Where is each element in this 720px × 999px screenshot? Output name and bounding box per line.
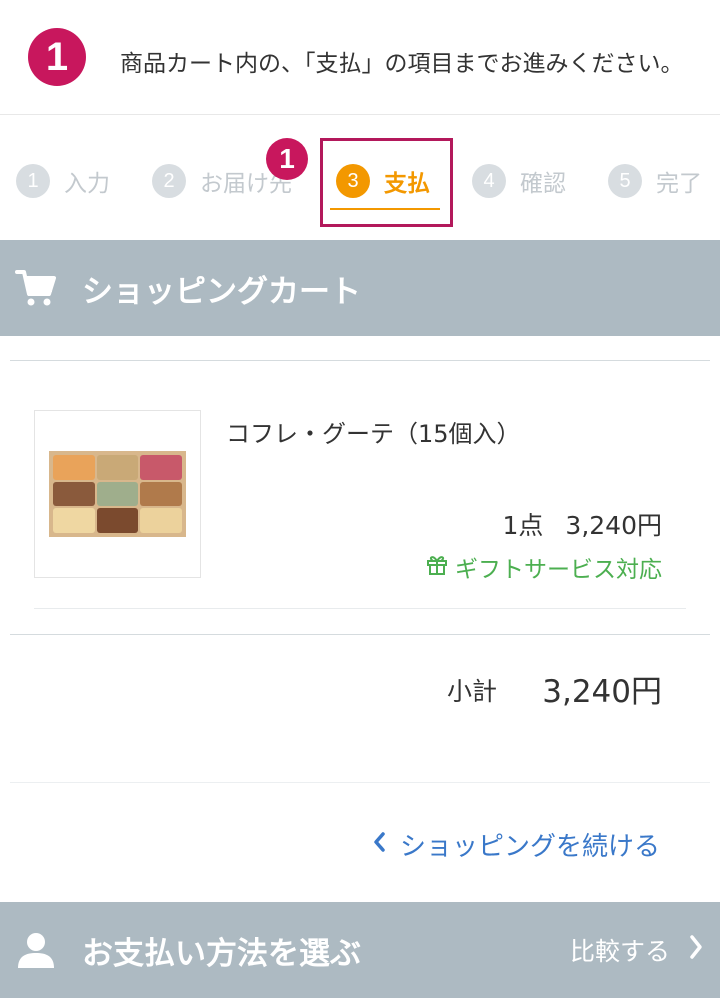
active-step-underline <box>330 208 440 210</box>
quantity-price: 1点 3,240円 <box>503 506 662 542</box>
subtotal-value: 3,240円 <box>542 674 662 710</box>
chevron-right-icon <box>688 934 704 964</box>
payment-section-header[interactable]: お支払い方法を選ぶ 比較する <box>0 902 720 998</box>
step-marker-badge: 1 <box>28 28 86 86</box>
gift-service-label: ギフトサービス対応 <box>425 550 662 584</box>
step-number: 1 <box>16 164 50 198</box>
step-marker-badge: 1 <box>266 138 308 180</box>
product-image <box>49 451 186 537</box>
chevron-left-icon <box>372 830 386 860</box>
item-price: 3,240円 <box>565 511 662 540</box>
subtotal-label: 小計 <box>447 677 498 706</box>
step-complete: 5 完了 <box>608 164 702 198</box>
divider <box>10 634 710 635</box>
divider <box>10 782 710 783</box>
step-number: 3 <box>336 164 370 198</box>
step-label: 入力 <box>64 171 110 197</box>
item-quantity: 1点 <box>502 511 544 540</box>
cart-icon <box>14 266 58 310</box>
product-thumbnail[interactable] <box>34 410 201 578</box>
instruction-text: 商品カート内の、「支払」の項目までお進みください。 <box>120 51 684 77</box>
step-label: 完了 <box>656 171 702 197</box>
step-number: 4 <box>472 164 506 198</box>
product-name[interactable]: コフレ・グーテ（15個入） <box>226 414 521 449</box>
step-payment: 3 支払 <box>336 164 430 198</box>
step-label: 支払 <box>384 171 430 197</box>
step-number: 2 <box>152 164 186 198</box>
step-confirm: 4 確認 <box>472 164 566 198</box>
compare-link[interactable]: 比較する <box>570 932 670 968</box>
checkout-steps: 1 入力 2 お届け先 3 支払 4 確認 5 完了 1 <box>0 116 720 240</box>
step-number: 5 <box>608 164 642 198</box>
person-icon <box>14 928 58 972</box>
instruction-banner: 1 商品カート内の、「支払」の項目までお進みください。 <box>0 0 720 115</box>
gift-label: ギフトサービス対応 <box>455 557 662 583</box>
payment-title: お支払い方法を選ぶ <box>82 935 361 972</box>
cart-title: ショッピングカート <box>82 273 361 310</box>
step-label: 確認 <box>520 171 566 197</box>
continue-shopping-label: ショッピングを続ける <box>399 832 660 862</box>
gift-icon <box>425 552 449 582</box>
divider <box>10 360 710 361</box>
continue-shopping-link[interactable]: ショッピングを続ける <box>372 826 660 863</box>
cart-section-header: ショッピングカート <box>0 240 720 336</box>
step-input: 1 入力 <box>16 164 110 198</box>
divider <box>34 608 686 609</box>
